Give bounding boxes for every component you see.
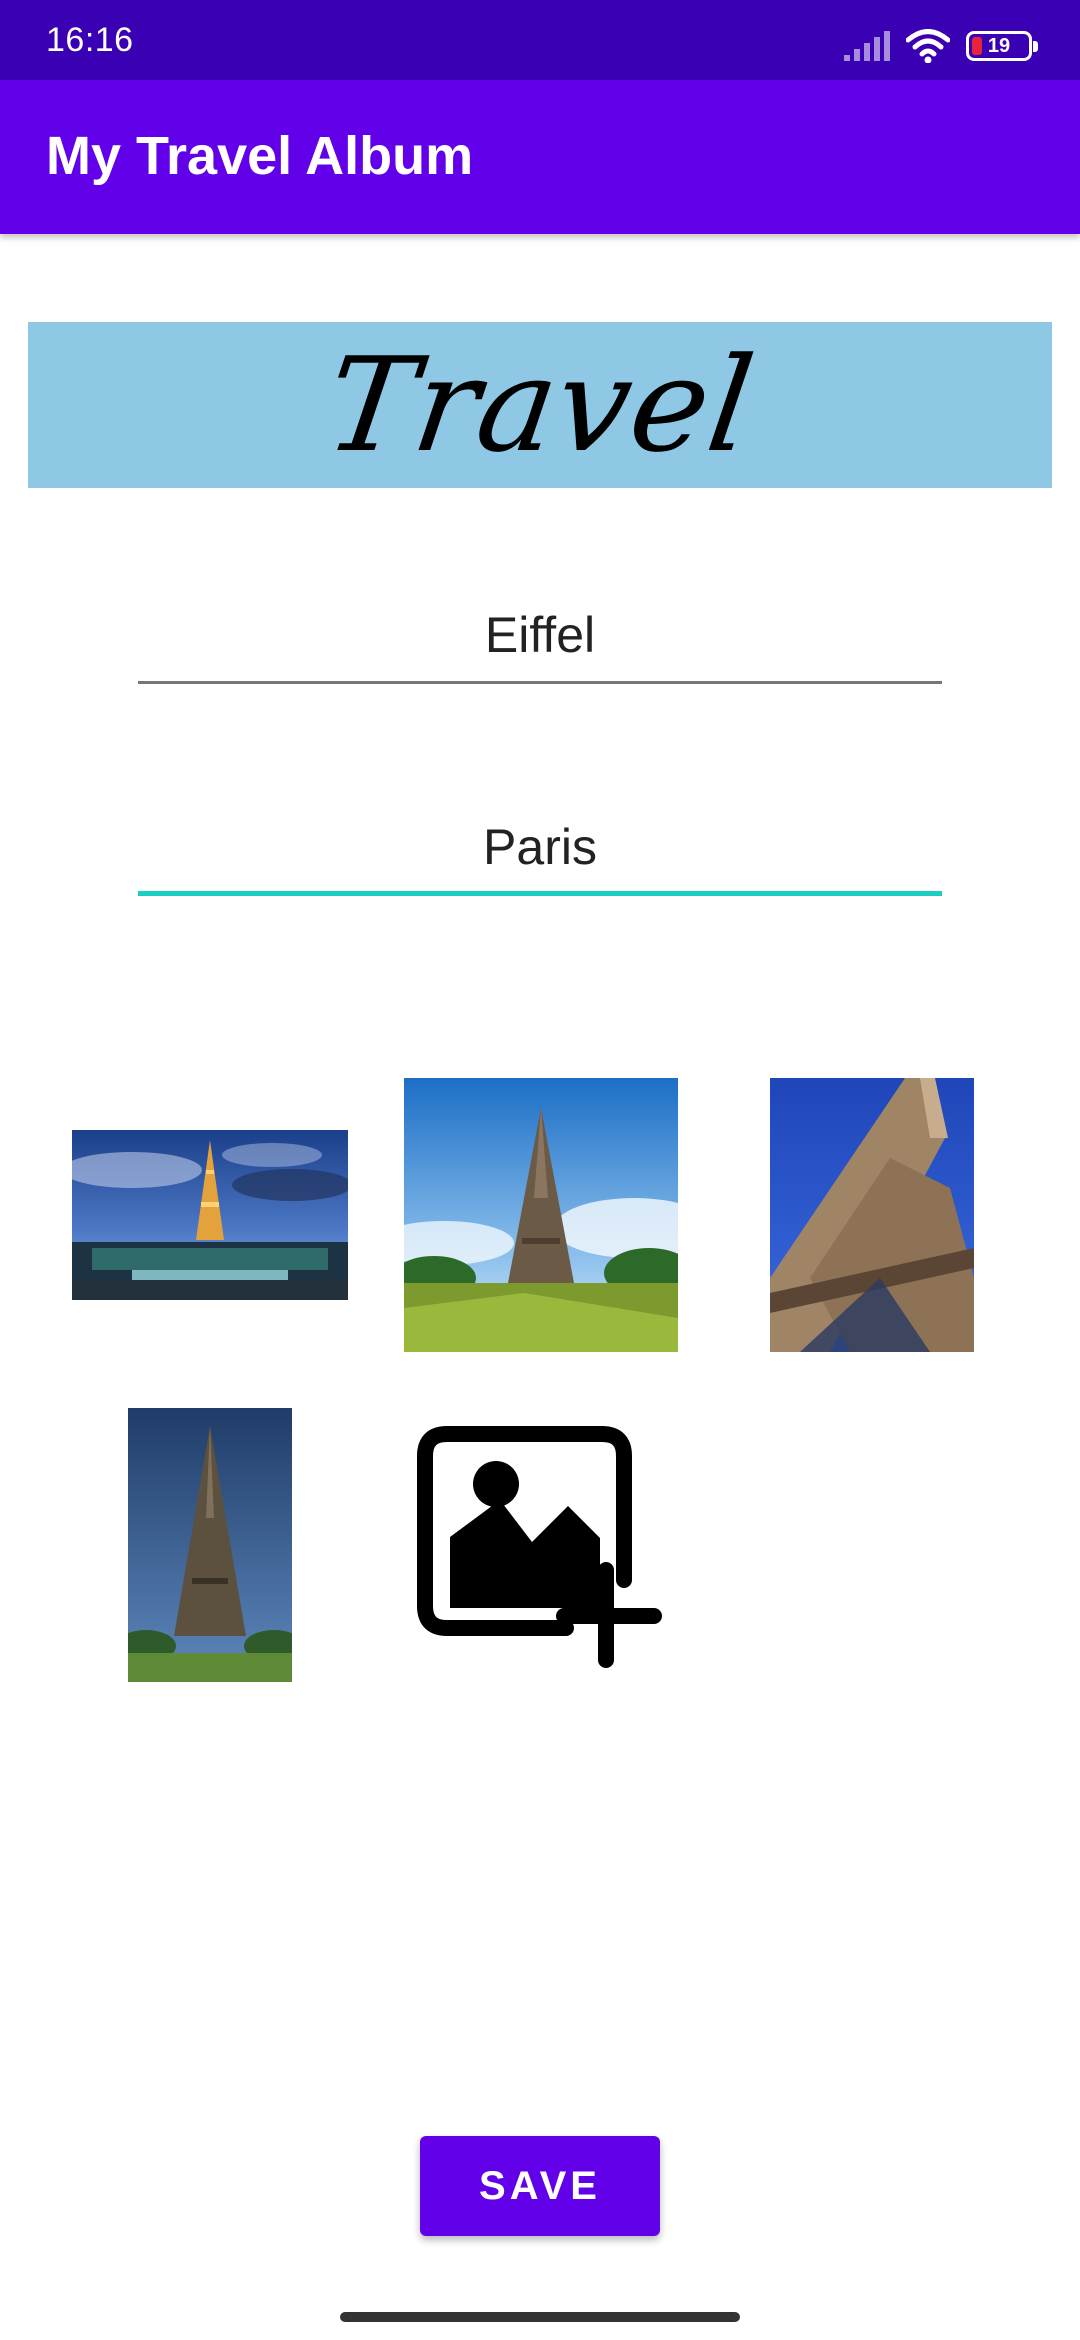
city-underline (138, 891, 942, 896)
photo-eiffel-park[interactable] (404, 1078, 678, 1352)
photo-eiffel-closeup[interactable] (770, 1078, 974, 1352)
signal-icon (844, 31, 890, 61)
app-title: My Travel Album (46, 126, 474, 186)
banner-text: Travel (317, 329, 763, 481)
wifi-icon (906, 29, 950, 63)
save-button[interactable]: SAVE (420, 2136, 660, 2236)
city-field (138, 804, 942, 896)
home-indicator[interactable] (340, 2312, 740, 2322)
status-time: 16:16 (46, 21, 134, 59)
photo-eiffel-night[interactable] (72, 1130, 348, 1300)
battery-level: 19 (987, 35, 1011, 57)
photo-eiffel-portrait[interactable] (128, 1408, 292, 1682)
add-photo-button[interactable] (414, 1420, 670, 1670)
place-name-underline (138, 681, 942, 684)
place-name-field (138, 592, 942, 684)
place-name-input[interactable] (138, 592, 942, 678)
status-bar: 16:16 19 (0, 0, 1080, 80)
app-bar: My Travel Album (0, 80, 1080, 234)
status-icons: 19 (844, 26, 1038, 66)
battery-icon: 19 (966, 31, 1038, 61)
add-photo-icon (417, 1426, 662, 1668)
travel-banner: Travel (28, 322, 1052, 488)
city-input[interactable] (138, 804, 942, 890)
